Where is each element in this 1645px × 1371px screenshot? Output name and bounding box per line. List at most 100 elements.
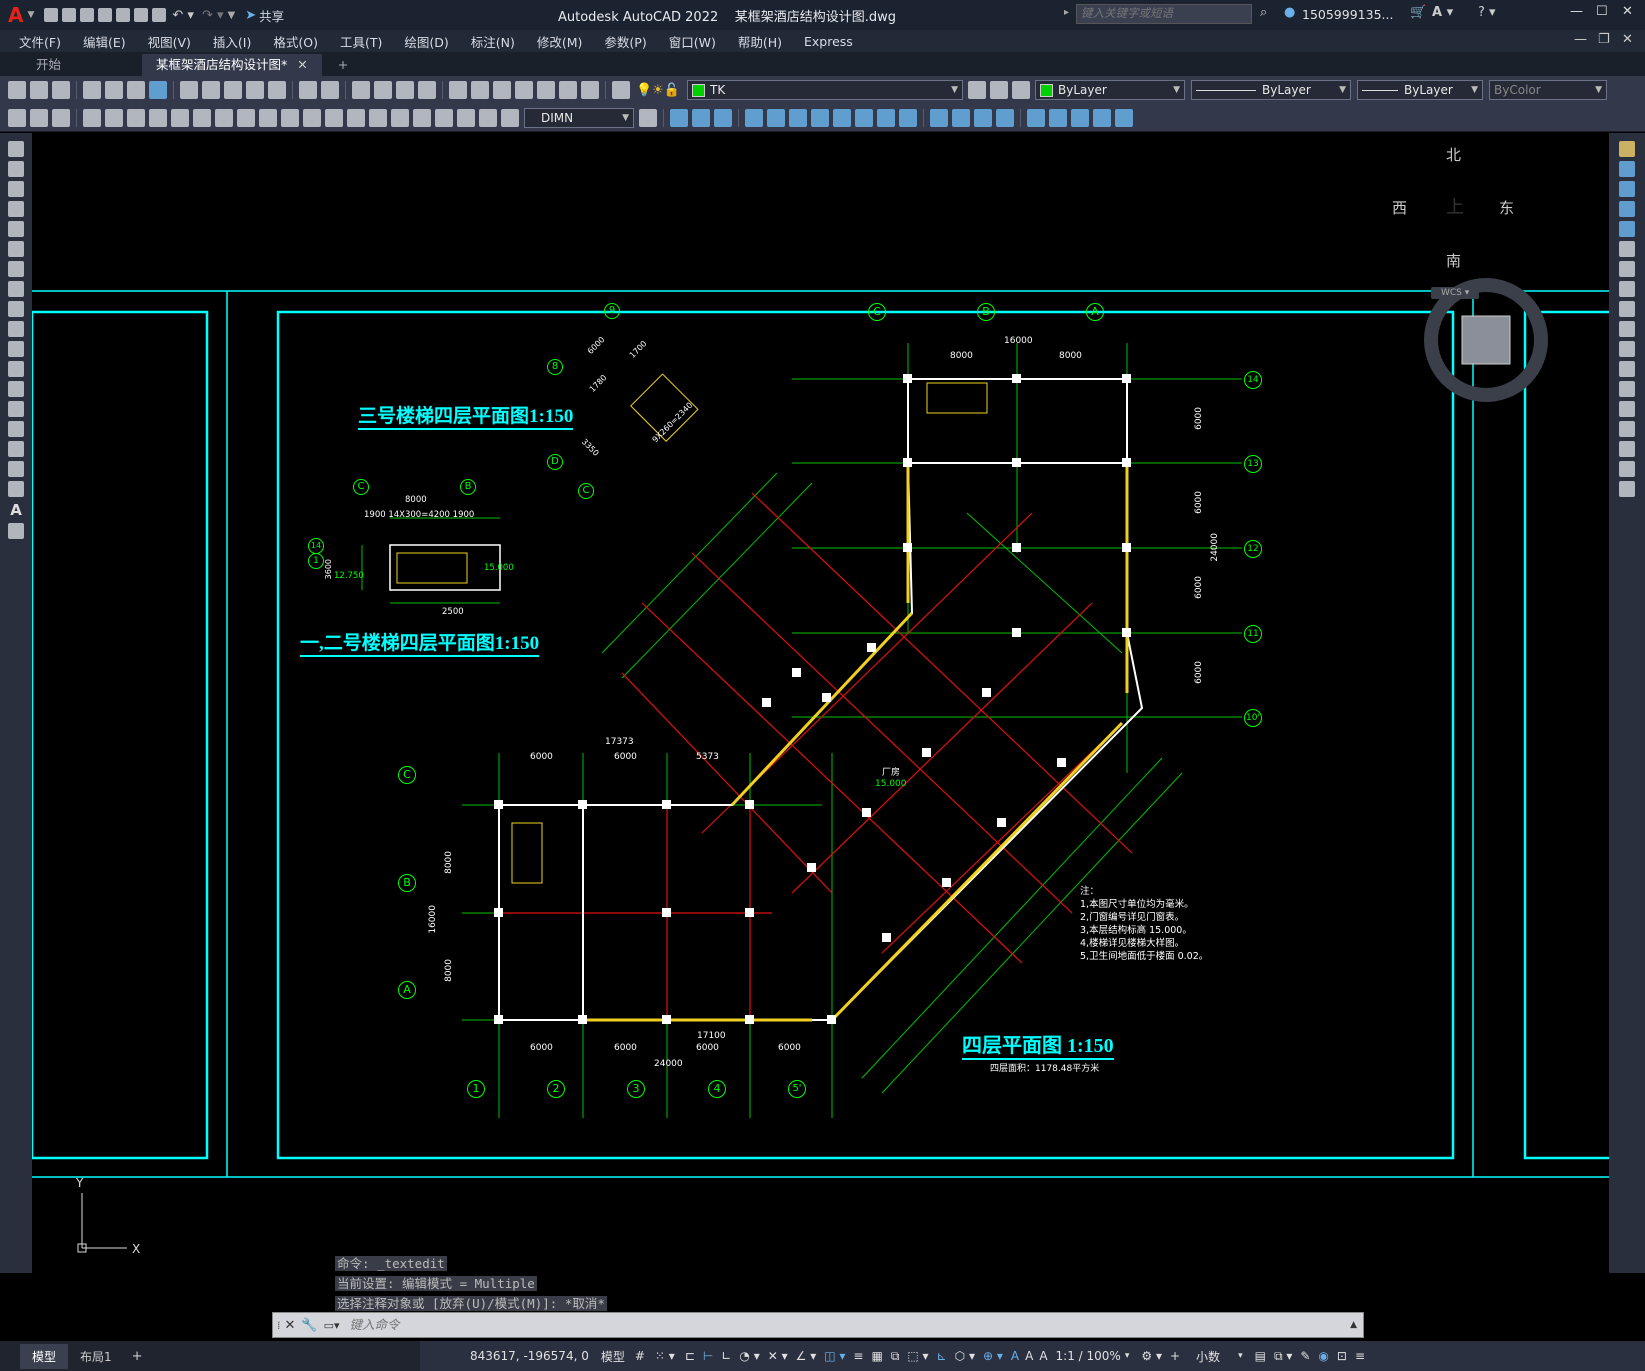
chamfer-icon[interactable] (1619, 421, 1635, 437)
layer-properties-icon[interactable] (612, 81, 630, 99)
imprint-icon[interactable] (930, 108, 948, 127)
zoom-window-icon[interactable] (396, 81, 414, 99)
gizmo-icon[interactable]: ⊕ ▾ (983, 1349, 1003, 1363)
isodraft-icon[interactable]: ✕ ▾ (768, 1349, 788, 1363)
point-icon[interactable] (8, 401, 24, 417)
dim-update-icon[interactable] (501, 108, 519, 127)
table-icon[interactable] (8, 481, 24, 497)
linetype-dropdown[interactable]: ByLayer ▼ (1191, 80, 1352, 100)
tab-close-icon[interactable]: ✕ (297, 54, 307, 76)
layer-dropdown[interactable]: TK ▼ (687, 80, 964, 100)
lock-ui-icon[interactable]: ⧉ ▾ (1274, 1349, 1292, 1364)
viewcube-top[interactable]: 上 (1446, 193, 1464, 219)
save-web-icon[interactable] (134, 8, 149, 22)
ellipse-arc-icon[interactable] (8, 341, 24, 357)
search-expand-icon[interactable]: ▸ (1064, 7, 1069, 18)
hatch-icon[interactable] (8, 421, 24, 437)
annotation-monitor-icon[interactable]: + (1170, 1349, 1180, 1363)
clean-screen-icon[interactable]: ⊡ (1337, 1349, 1347, 1363)
viewcube-east[interactable]: 东 (1499, 197, 1514, 218)
stretch-icon[interactable] (1619, 301, 1635, 317)
open-icon[interactable] (30, 81, 48, 99)
publish-icon[interactable] (127, 81, 145, 99)
infer-icon[interactable]: ⊏ (685, 1349, 695, 1363)
autodesk-a-icon[interactable]: A ▾ (1432, 5, 1453, 20)
dim-edit-icon[interactable] (457, 108, 475, 127)
menu-dimension[interactable]: 标注(N) (460, 32, 526, 51)
menu-help[interactable]: 帮助(H) (727, 32, 793, 51)
explode-icon[interactable] (1619, 481, 1635, 497)
solid-intersect-icon[interactable] (714, 108, 732, 127)
isolate-objects-icon[interactable]: ✎ (1300, 1349, 1310, 1363)
cmd-customize-icon[interactable]: 🔧 (301, 1318, 317, 1333)
spline-icon[interactable] (8, 301, 24, 317)
menu-file[interactable]: 文件(F) (8, 32, 72, 51)
line-icon[interactable] (8, 141, 24, 157)
help-icon[interactable] (581, 81, 599, 99)
add-selected-icon[interactable] (8, 523, 24, 539)
move-icon[interactable] (1619, 241, 1635, 257)
lineweight-dropdown[interactable]: ByLayer ▼ (1357, 80, 1484, 100)
dim-front-icon[interactable] (52, 108, 70, 127)
menu-modify[interactable]: 修改(M) (526, 32, 594, 51)
offset-icon[interactable] (1619, 201, 1635, 217)
polyline-icon[interactable] (8, 181, 24, 197)
cmd-grip-icon[interactable]: ⁞ (277, 1319, 281, 1332)
copy-object-icon[interactable] (1619, 161, 1635, 177)
erase-icon[interactable] (1619, 141, 1635, 157)
annotation-visibility-icon[interactable]: A (1011, 1349, 1019, 1363)
dim-aligned-icon[interactable] (105, 108, 123, 127)
menu-format[interactable]: 格式(O) (262, 32, 329, 51)
tab-model[interactable]: 模型 (20, 1343, 69, 1369)
rotate-icon[interactable] (1619, 261, 1635, 277)
jogged-linear-icon[interactable] (435, 108, 453, 127)
transparency-icon[interactable]: ▦ (871, 1349, 882, 1363)
model-space-toggle[interactable]: 模型 (601, 1348, 625, 1365)
search-input[interactable] (1076, 4, 1252, 24)
layer-state-icon[interactable] (1012, 81, 1031, 99)
doc-minimize-icon[interactable]: — (1574, 32, 1587, 47)
dimstyle-manager-icon[interactable] (639, 108, 657, 127)
region-icon[interactable] (8, 461, 24, 477)
construction-line-icon[interactable] (8, 161, 24, 177)
units-dropdown[interactable]: 小数 (1196, 1348, 1220, 1365)
dim-jogged-icon[interactable] (193, 108, 211, 127)
separate-icon[interactable] (974, 108, 992, 127)
sheet-set-icon[interactable] (515, 81, 533, 99)
grid-icon[interactable]: # (635, 1349, 645, 1363)
calculator-icon[interactable] (559, 81, 577, 99)
move-faces-icon[interactable] (767, 108, 785, 127)
polar-icon[interactable]: ◔ ▾ (739, 1349, 759, 1363)
dim-linear-icon[interactable] (83, 108, 101, 127)
selection-cycling-icon[interactable]: ⧉ (891, 1349, 900, 1364)
dim-radius-icon[interactable] (171, 108, 189, 127)
properties-icon[interactable] (449, 81, 467, 99)
slice-icon[interactable] (1071, 108, 1089, 127)
open-web-icon[interactable] (116, 8, 131, 22)
markup-icon[interactable] (537, 81, 555, 99)
plotstyle-dropdown[interactable]: ByColor ▼ (1489, 80, 1608, 100)
osnap-icon[interactable]: ◫ ▾ (824, 1349, 845, 1363)
cart-icon[interactable]: 🛒 (1410, 5, 1426, 20)
new-file-icon[interactable] (44, 8, 59, 22)
tab-start[interactable]: 开始 (22, 54, 140, 76)
taper-faces-icon[interactable] (855, 108, 873, 127)
doc-close-icon[interactable]: ✕ (1622, 32, 1633, 47)
solid-union-icon[interactable] (670, 108, 688, 127)
command-input[interactable] (347, 1317, 1351, 1333)
redo-icon[interactable]: ↷ ▾ (202, 8, 224, 23)
hardware-accel-icon[interactable]: ◉ (1318, 1349, 1328, 1363)
cmd-expand-icon[interactable]: ▲ (1350, 1320, 1357, 1330)
copy-faces-icon[interactable] (877, 108, 895, 127)
quick-properties-icon[interactable]: ▤ (1255, 1349, 1266, 1363)
menu-view[interactable]: 视图(V) (137, 32, 202, 51)
menu-edit[interactable]: 编辑(E) (72, 32, 137, 51)
menu-window[interactable]: 窗口(W) (658, 32, 727, 51)
3d-print-icon[interactable] (149, 81, 167, 99)
color-faces-icon[interactable] (899, 108, 917, 127)
dim-diameter-icon[interactable] (215, 108, 233, 127)
new-tab-button[interactable]: + (324, 54, 362, 76)
plot-icon[interactable] (83, 81, 101, 99)
check-icon[interactable] (1027, 108, 1045, 127)
menu-tools[interactable]: 工具(T) (329, 32, 393, 51)
